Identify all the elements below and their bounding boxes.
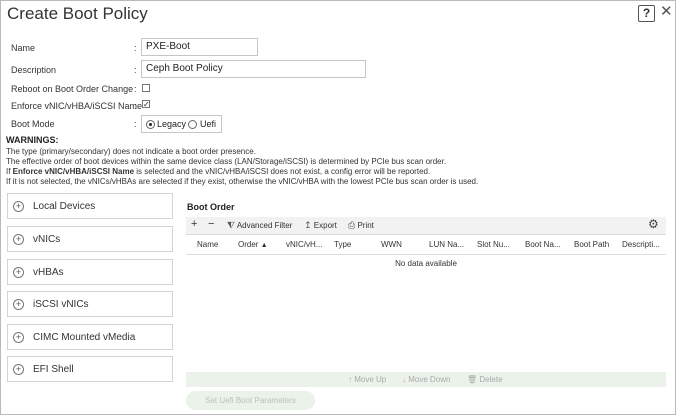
- column-header-label: Order: [238, 240, 259, 249]
- warning-line-3: If Enforce vNIC/vHBA/iSCSI Name is selec…: [6, 167, 430, 176]
- panel-label: vNICs: [33, 234, 61, 245]
- panel-label: CIMC Mounted vMedia: [33, 332, 136, 343]
- column-header[interactable]: Boot Na...: [525, 240, 561, 249]
- advanced-filter-label: Advanced Filter: [236, 221, 293, 230]
- expand-icon: +: [13, 364, 24, 375]
- panel-vnics[interactable]: + vNICs: [7, 226, 173, 252]
- move-up-button[interactable]: ↑ Move Up: [348, 375, 386, 384]
- description-input[interactable]: Ceph Boot Policy: [141, 60, 366, 78]
- expand-icon: +: [13, 201, 24, 212]
- warning-line-3-pre: If: [6, 167, 13, 176]
- reboot-checkbox[interactable]: [142, 84, 150, 92]
- add-button[interactable]: +: [191, 218, 197, 230]
- panel-vhbas[interactable]: + vHBAs: [7, 259, 173, 285]
- close-button[interactable]: ✕: [660, 4, 673, 20]
- boot-mode-radio-group: Legacy Uefi: [141, 115, 222, 133]
- radio-legacy-label[interactable]: Legacy: [157, 119, 186, 129]
- column-header[interactable]: LUN Na...: [429, 240, 464, 249]
- column-header[interactable]: Type: [334, 240, 351, 249]
- move-down-label: Move Down: [408, 375, 451, 384]
- filter-icon: ⧨: [227, 220, 236, 230]
- column-header-order[interactable]: Order ▲: [238, 240, 268, 249]
- move-down-button[interactable]: ↓ Move Down: [402, 375, 450, 384]
- advanced-filter-button[interactable]: ⧨ Advanced Filter: [227, 220, 292, 231]
- checkmark-icon: ✓: [143, 100, 150, 109]
- column-header[interactable]: Boot Path: [574, 240, 609, 249]
- help-button[interactable]: ?: [638, 5, 655, 22]
- panel-efi-shell[interactable]: + EFI Shell: [7, 356, 173, 382]
- warnings-title: WARNINGS:: [6, 135, 59, 145]
- warning-line-1: The type (primary/secondary) does not in…: [6, 147, 256, 156]
- dialog-title: Create Boot Policy: [7, 4, 148, 23]
- empty-table-message: No data available: [395, 259, 457, 268]
- export-button[interactable]: ↥ Export: [304, 220, 337, 231]
- description-label: Description: [11, 65, 57, 75]
- set-uefi-boot-parameters-button[interactable]: Set Uefi Boot Parameters: [186, 391, 315, 410]
- expand-icon: +: [13, 332, 24, 343]
- move-up-label: Move Up: [354, 375, 387, 384]
- enforce-checkbox[interactable]: ✓: [142, 100, 150, 109]
- boot-order-actions: ↑ Move Up ↓ Move Down 🗑 Delete: [186, 372, 666, 387]
- description-colon: :: [134, 65, 137, 75]
- panel-label: vHBAs: [33, 267, 64, 278]
- panel-cimc-mounted-vmedia[interactable]: + CIMC Mounted vMedia: [7, 324, 173, 350]
- arrow-down-icon: ↓: [402, 375, 406, 384]
- delete-label: Delete: [479, 375, 503, 384]
- name-label: Name: [11, 43, 36, 53]
- warning-line-4: If it is not selected, the vNICs/vHBAs a…: [6, 177, 479, 186]
- reboot-label: Reboot on Boot Order Change: [11, 84, 134, 94]
- radio-uefi-label[interactable]: Uefi: [200, 119, 216, 129]
- boot-order-toolbar: + − ⧨ Advanced Filter ↥ Export ⎙ Print ⚙: [186, 217, 666, 234]
- print-label: Print: [357, 221, 374, 230]
- delete-button[interactable]: 🗑 Delete: [467, 375, 503, 384]
- panel-label: Local Devices: [33, 201, 96, 212]
- export-label: Export: [313, 221, 337, 230]
- expand-icon: +: [13, 299, 24, 310]
- gear-icon[interactable]: ⚙: [648, 217, 659, 231]
- remove-button[interactable]: −: [208, 218, 214, 230]
- table-header: Name Order ▲ vNIC/vH... Type WWN LUN Na.…: [186, 234, 666, 255]
- expand-icon: +: [13, 267, 24, 278]
- reboot-colon: :: [134, 84, 137, 94]
- export-icon: ↥: [304, 220, 312, 230]
- warning-line-3-bold: Enforce vNIC/vHBA/iSCSI Name: [12, 167, 135, 176]
- column-header[interactable]: Slot Nu...: [477, 240, 510, 249]
- panel-label: EFI Shell: [33, 364, 74, 375]
- column-header[interactable]: vNIC/vH...: [286, 240, 322, 249]
- radio-legacy[interactable]: [146, 120, 155, 129]
- create-boot-policy-dialog: Create Boot Policy ? ✕ Name : PXE-Boot D…: [0, 0, 676, 415]
- panel-label: iSCSI vNICs: [33, 299, 89, 310]
- expand-icon: +: [13, 234, 24, 245]
- panel-local-devices[interactable]: + Local Devices: [7, 193, 173, 219]
- radio-selected-dot: [149, 123, 152, 126]
- arrow-up-icon: ↑: [348, 375, 352, 384]
- warning-line-2: The effective order of boot devices with…: [6, 157, 447, 166]
- warning-line-3-post: is selected and the vNIC/vHBA/iSCSI does…: [134, 167, 431, 176]
- boot-mode-colon: :: [134, 119, 137, 129]
- panel-iscsi-vnics[interactable]: + iSCSI vNICs: [7, 291, 173, 317]
- sort-ascending-icon: ▲: [260, 242, 268, 249]
- trash-icon: 🗑: [467, 375, 478, 384]
- column-header[interactable]: WWN: [381, 240, 402, 249]
- column-header[interactable]: Descripti...: [622, 240, 660, 249]
- print-icon: ⎙: [348, 220, 356, 230]
- print-button[interactable]: ⎙ Print: [348, 220, 374, 231]
- boot-order-title: Boot Order: [187, 202, 235, 212]
- enforce-label: Enforce vNIC/vHBA/iSCSI Name: [11, 101, 143, 111]
- name-input[interactable]: PXE-Boot: [141, 38, 258, 56]
- enforce-colon: :: [134, 101, 137, 111]
- column-header[interactable]: Name: [197, 240, 218, 249]
- boot-mode-label: Boot Mode: [11, 119, 55, 129]
- radio-uefi[interactable]: [188, 120, 197, 129]
- name-colon: :: [134, 43, 137, 53]
